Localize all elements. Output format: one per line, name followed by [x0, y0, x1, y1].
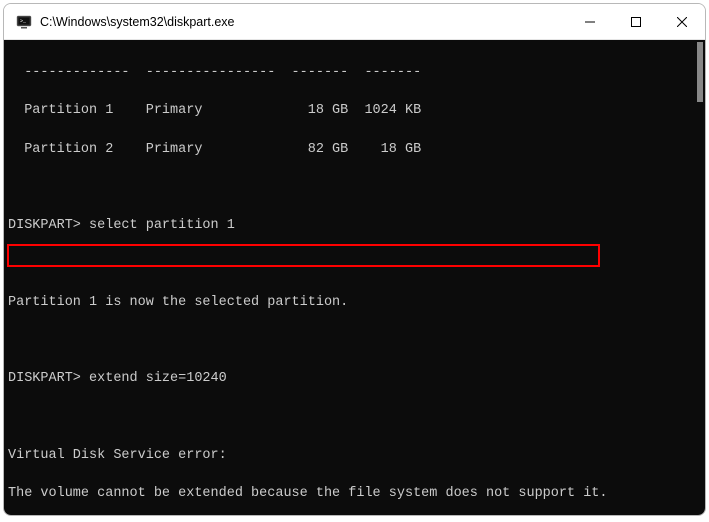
- terminal-line: [8, 178, 705, 197]
- diskpart-window: >_ C:\Windows\system32\diskpart.exe ----…: [3, 3, 706, 516]
- window-title: C:\Windows\system32\diskpart.exe: [40, 15, 567, 29]
- svg-text:>_: >_: [20, 18, 27, 24]
- terminal-line: Partition 1 is now the selected partitio…: [8, 293, 705, 312]
- terminal-line: [8, 331, 705, 350]
- terminal-line: [8, 255, 705, 274]
- window-controls: [567, 4, 705, 39]
- terminal-line: [8, 408, 705, 427]
- terminal-line: Partition 1 Primary 18 GB 1024 KB: [8, 101, 705, 120]
- terminal-line: Virtual Disk Service error:: [8, 446, 705, 465]
- terminal-line: DISKPART> extend size=10240: [8, 369, 705, 388]
- terminal-line: DISKPART> select partition 1: [8, 216, 705, 235]
- maximize-button[interactable]: [613, 4, 659, 39]
- terminal-body[interactable]: ------------- ---------------- ------- -…: [4, 40, 705, 515]
- scrollbar-thumb[interactable]: [697, 42, 703, 102]
- app-icon: >_: [16, 14, 32, 30]
- terminal-line: ------------- ---------------- ------- -…: [8, 63, 705, 82]
- terminal-line: Partition 2 Primary 82 GB 18 GB: [8, 140, 705, 159]
- titlebar[interactable]: >_ C:\Windows\system32\diskpart.exe: [4, 4, 705, 40]
- close-button[interactable]: [659, 4, 705, 39]
- minimize-button[interactable]: [567, 4, 613, 39]
- terminal-line: The volume cannot be extended because th…: [8, 484, 705, 503]
